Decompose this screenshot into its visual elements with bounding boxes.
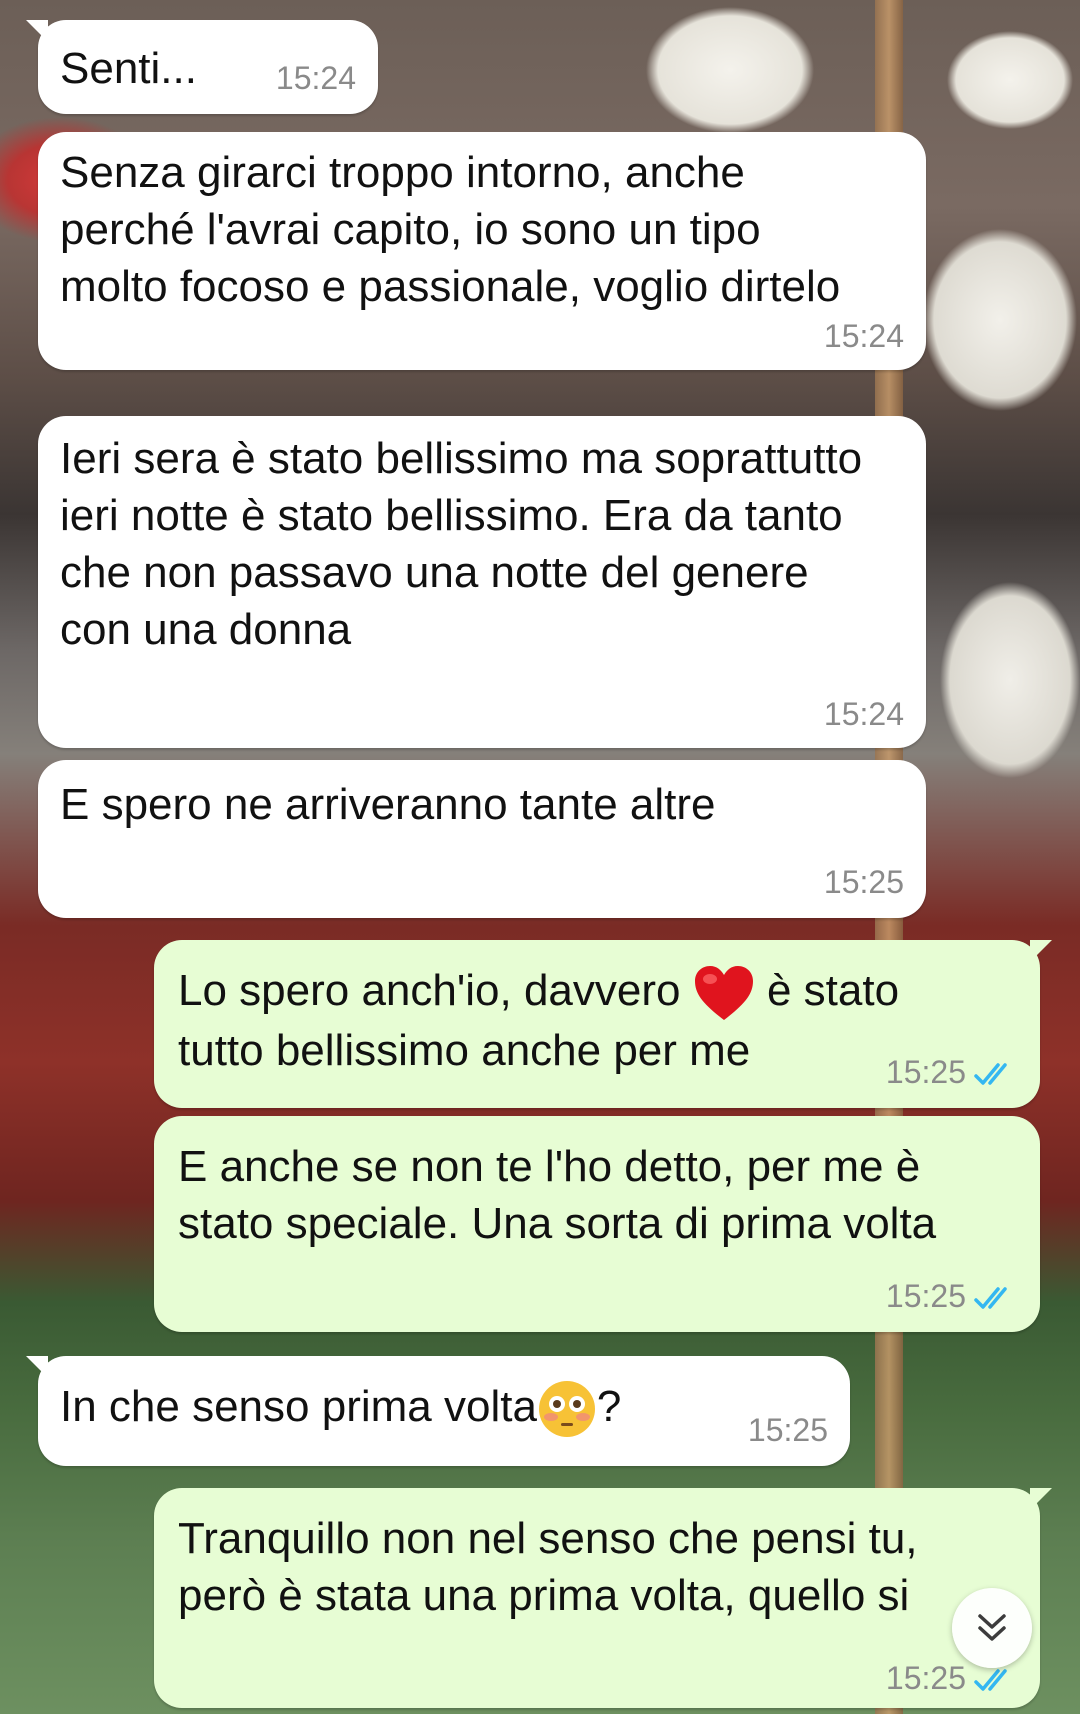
double-check-icon — [974, 1669, 1007, 1691]
message-time: 15:25 — [823, 864, 904, 900]
message-text: E anche se non te l'ho detto, per me è s… — [178, 1142, 937, 1248]
message-time: 15:25 — [885, 1660, 966, 1696]
message-outgoing[interactable]: Tranquillo non nel senso che pensi tu, p… — [154, 1488, 1052, 1708]
message-text: Senza girarci troppo intorno, anche perc… — [60, 148, 841, 311]
message-incoming[interactable]: Senti... 15:24 — [26, 20, 378, 114]
bubble-tail — [1030, 940, 1052, 962]
bubble-tail — [1030, 1488, 1052, 1510]
double-chevron-down-icon — [978, 1614, 1006, 1641]
message-text: E spero ne arriveranno tante altre — [60, 780, 716, 829]
message-text: Tranquillo non nel senso che pensi tu, p… — [178, 1514, 930, 1620]
message-text: In che senso prima volta? — [60, 1378, 828, 1439]
message-outgoing[interactable]: E anche se non te l'ho detto, per me è s… — [154, 1116, 1040, 1332]
message-time: 15:25 — [885, 1278, 966, 1314]
flushed-face-emoji-icon — [538, 1381, 595, 1438]
message-text: Lo spero anch'io, davvero è stato tutto … — [178, 962, 958, 1079]
bubble-tail — [26, 1356, 48, 1378]
message-text-part: In che senso prima volta — [60, 1382, 537, 1431]
message-time: 15:24 — [275, 60, 356, 96]
message-outgoing[interactable]: Lo spero anch'io, davvero è stato tutto … — [154, 940, 1052, 1108]
double-check-icon — [974, 1063, 1007, 1085]
message-incoming[interactable]: E spero ne arriveranno tante altre 15:25 — [38, 760, 926, 918]
message-incoming[interactable]: In che senso prima volta? 15:25 — [26, 1356, 850, 1466]
message-incoming[interactable]: Ieri sera è stato bellissimo ma soprattu… — [38, 416, 926, 748]
red-heart-emoji-icon — [694, 966, 753, 1021]
message-time: 15:24 — [823, 696, 904, 732]
scroll-to-bottom-button[interactable] — [952, 1588, 1032, 1668]
message-time: 15:25 — [885, 1054, 966, 1090]
message-text: Ieri sera è stato bellissimo ma soprattu… — [60, 434, 875, 654]
message-text-part: ? — [596, 1382, 622, 1431]
message-text-part: Lo spero anch'io, davvero — [178, 966, 693, 1015]
double-check-icon — [974, 1287, 1007, 1309]
message-incoming[interactable]: Senza girarci troppo intorno, anche perc… — [38, 132, 926, 370]
bubble-tail — [26, 20, 48, 42]
message-time: 15:25 — [747, 1412, 828, 1448]
message-time: 15:24 — [823, 318, 904, 354]
